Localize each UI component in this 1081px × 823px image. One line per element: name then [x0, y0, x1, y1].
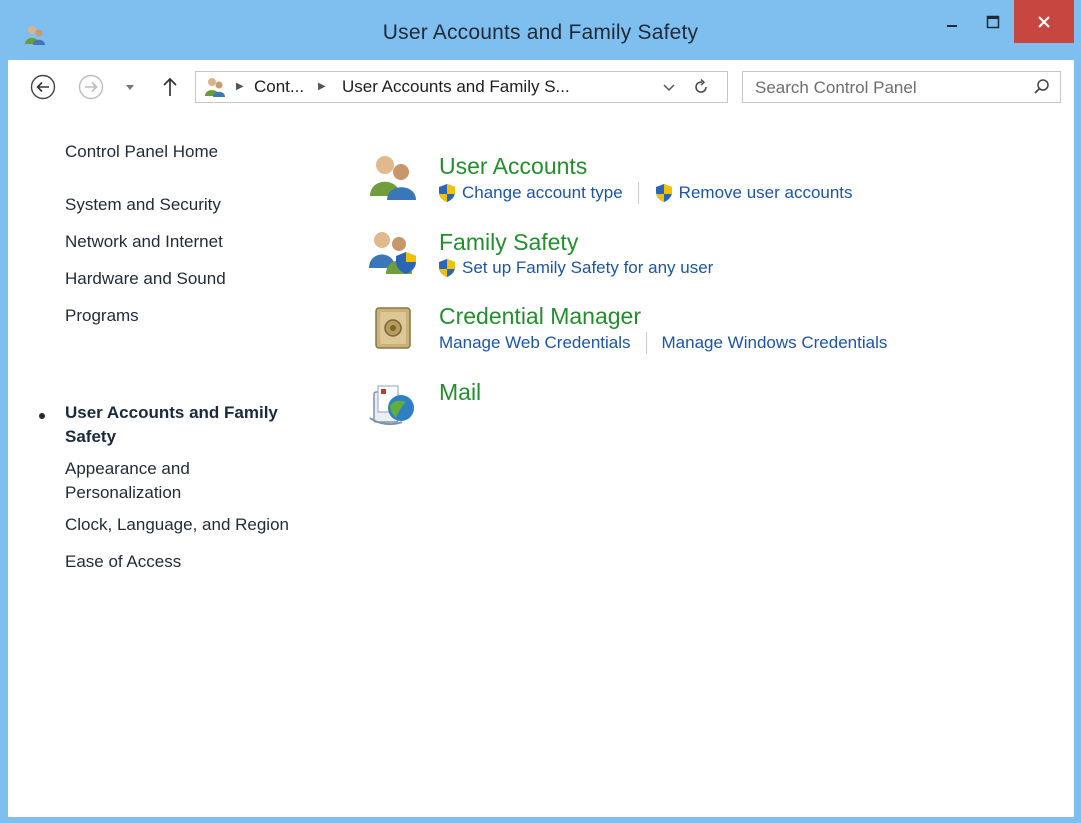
breadcrumb-chevron-icon[interactable]: ▶: [236, 72, 244, 102]
navigation-bar: ▶ Cont... ▶ User Accounts and Family S..…: [8, 60, 1074, 116]
change-account-type-label: Change account type: [462, 183, 623, 202]
manage-windows-credentials-link[interactable]: Manage Windows Credentials: [662, 333, 888, 353]
sidebar-item-network-internet[interactable]: Network and Internet: [65, 230, 325, 254]
set-up-family-safety-link[interactable]: Set up Family Safety for any user: [437, 258, 713, 278]
search-input[interactable]: [743, 72, 1027, 104]
breadcrumb-chevron-icon[interactable]: ▶: [318, 72, 326, 102]
category-links: Change account type Remove user accounts: [437, 182, 853, 204]
sidebar-item-system-security[interactable]: System and Security: [65, 193, 325, 217]
sidebar-item-control-panel-home[interactable]: Control Panel Home: [65, 140, 325, 164]
minimize-icon: [947, 24, 957, 27]
uac-shield-icon: [439, 184, 455, 202]
sidebar-item-hardware-sound[interactable]: Hardware and Sound: [65, 267, 325, 291]
close-icon: [1038, 15, 1050, 28]
set-up-family-safety-label: Set up Family Safety for any user: [462, 258, 714, 277]
search-box[interactable]: [742, 71, 1061, 104]
title-bar[interactable]: User Accounts and Family Safety: [0, 0, 1081, 60]
breadcrumb-current[interactable]: User Accounts and Family S...: [342, 72, 570, 102]
link-divider: [637, 182, 639, 204]
address-bar[interactable]: ▶ Cont... ▶ User Accounts and Family S..…: [195, 71, 728, 103]
recent-locations-icon[interactable]: [123, 80, 137, 94]
close-button[interactable]: [1014, 0, 1074, 43]
window-title: User Accounts and Family Safety: [382, 21, 699, 44]
category-links: Set up Family Safety for any user: [437, 258, 713, 278]
credential-vault-icon[interactable]: [368, 302, 418, 352]
change-account-type-link[interactable]: Change account type: [437, 183, 623, 203]
category-links: Manage Web Credentials Manage Windows Cr…: [439, 332, 887, 354]
user-accounts-icon: [205, 78, 225, 97]
control-panel-window: User Accounts and Family Safety ▶ Cont..…: [0, 0, 1081, 823]
category-title-user-accounts[interactable]: User Accounts: [439, 152, 587, 180]
remove-user-accounts-label: Remove user accounts: [678, 183, 853, 202]
category-title-mail[interactable]: Mail: [439, 378, 481, 406]
chevron-down-icon[interactable]: [661, 79, 677, 95]
forward-arrow-icon[interactable]: [78, 74, 104, 100]
sidebar-item-programs[interactable]: Programs: [65, 304, 325, 328]
user-accounts-icon[interactable]: [368, 152, 418, 202]
sidebar-item-appearance[interactable]: Appearance and Personalization: [65, 457, 225, 505]
mail-icon[interactable]: [368, 378, 418, 428]
back-arrow-icon[interactable]: [30, 74, 56, 100]
family-safety-icon[interactable]: [368, 228, 418, 278]
up-arrow-icon[interactable]: [158, 74, 182, 100]
uac-shield-icon: [655, 184, 672, 202]
breadcrumb-control-panel[interactable]: Cont...: [254, 72, 304, 102]
category-title-credential-manager[interactable]: Credential Manager: [439, 302, 641, 330]
manage-web-credentials-link[interactable]: Manage Web Credentials: [439, 333, 631, 353]
minimize-button[interactable]: [932, 0, 972, 43]
remove-user-accounts-link[interactable]: Remove user accounts: [654, 183, 853, 203]
client-area: ▶ Cont... ▶ User Accounts and Family S..…: [8, 60, 1074, 817]
link-divider: [645, 332, 647, 354]
uac-shield-icon: [439, 259, 455, 277]
sidebar-item-user-accounts-family-safety: User Accounts and Family Safety: [65, 403, 278, 446]
maximize-button[interactable]: [972, 0, 1014, 43]
sidebar-item-clock-language-region[interactable]: Clock, Language, and Region: [65, 513, 325, 537]
maximize-icon: [986, 15, 1000, 28]
sidebar-item-ease-of-access[interactable]: Ease of Access: [65, 550, 325, 574]
category-title-family-safety[interactable]: Family Safety: [439, 228, 578, 256]
active-bullet-icon: [39, 413, 45, 419]
search-icon[interactable]: [1033, 78, 1051, 96]
sidebar: Control Panel Home System and Security N…: [8, 116, 328, 616]
refresh-icon[interactable]: [692, 78, 710, 96]
